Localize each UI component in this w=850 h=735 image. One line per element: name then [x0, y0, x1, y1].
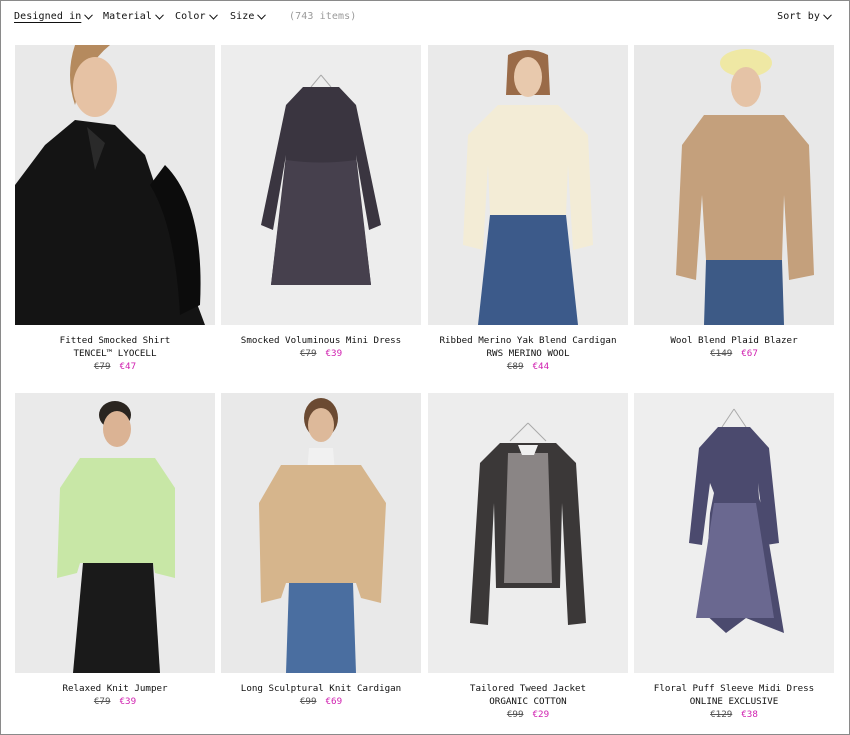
- original-price: €99: [299, 696, 317, 707]
- chevron-down-icon: [823, 13, 832, 20]
- sale-price: €47: [119, 361, 137, 372]
- product-card[interactable]: Tailored Tweed Jacket ORGANIC COTTON €99…: [428, 393, 628, 721]
- sale-price: €39: [119, 696, 137, 707]
- sale-price: €69: [325, 696, 343, 707]
- product-name[interactable]: Floral Puff Sleeve Midi Dress: [634, 682, 834, 695]
- price-row: €79 €47: [15, 360, 215, 373]
- price-row: €99 €29: [428, 708, 628, 721]
- product-image[interactable]: [221, 45, 421, 325]
- chevron-down-icon: [257, 13, 267, 20]
- product-card[interactable]: Fitted Smocked Shirt TENCEL™ LYOCELL €79…: [15, 45, 215, 373]
- chevron-down-icon: [84, 13, 94, 20]
- product-subtitle: RWS MERINO WOOL: [486, 348, 570, 359]
- product-image[interactable]: [634, 45, 834, 325]
- product-card[interactable]: Wool Blend Plaid Blazer €149 €67: [634, 45, 834, 360]
- product-name[interactable]: Ribbed Merino Yak Blend Cardigan: [428, 334, 628, 347]
- filter-size-label: Size: [230, 11, 255, 22]
- filter-material[interactable]: Material: [103, 11, 164, 22]
- product-photo: [15, 393, 215, 673]
- product-name[interactable]: Long Sculptural Knit Cardigan: [221, 682, 421, 695]
- product-image[interactable]: [15, 45, 215, 325]
- sale-price: €29: [532, 709, 550, 720]
- filter-material-label: Material: [103, 11, 152, 22]
- price-row: €99 €69: [221, 695, 421, 708]
- product-photo: [221, 45, 421, 325]
- original-price: €99: [506, 709, 524, 720]
- product-image[interactable]: [221, 393, 421, 673]
- product-image[interactable]: [428, 45, 628, 325]
- sale-price: €39: [325, 348, 343, 359]
- product-subtitle: ONLINE EXCLUSIVE: [689, 696, 779, 707]
- product-card[interactable]: Ribbed Merino Yak Blend Cardigan RWS MER…: [428, 45, 628, 373]
- price-row: €79 €39: [15, 695, 215, 708]
- chevron-down-icon: [155, 13, 164, 20]
- product-name[interactable]: Smocked Voluminous Mini Dress: [221, 334, 421, 347]
- sale-price: €44: [532, 361, 550, 372]
- price-row: €89 €44: [428, 360, 628, 373]
- filter-designed-in[interactable]: Designed in: [14, 11, 94, 22]
- chevron-down-icon: [208, 13, 218, 20]
- original-price: €89: [506, 361, 524, 372]
- product-photo: [221, 393, 421, 673]
- product-name[interactable]: Fitted Smocked Shirt: [15, 334, 215, 347]
- product-subtitle: ORGANIC COTTON: [489, 696, 567, 707]
- product-card[interactable]: Relaxed Knit Jumper €79 €39: [15, 393, 215, 708]
- product-photo: [15, 45, 215, 325]
- filter-size[interactable]: Size: [230, 11, 267, 22]
- product-photo: [428, 393, 628, 673]
- product-image[interactable]: [634, 393, 834, 673]
- product-image[interactable]: [428, 393, 628, 673]
- product-name[interactable]: Relaxed Knit Jumper: [15, 682, 215, 695]
- price-row: €79 €39: [221, 347, 421, 360]
- product-subtitle: TENCEL™ LYOCELL: [73, 348, 157, 359]
- original-price: €79: [93, 696, 111, 707]
- product-card[interactable]: Smocked Voluminous Mini Dress €79 €39: [221, 45, 421, 360]
- product-card[interactable]: Floral Puff Sleeve Midi Dress ONLINE EXC…: [634, 393, 834, 721]
- product-image[interactable]: [15, 393, 215, 673]
- price-row: €129 €38: [634, 708, 834, 721]
- filter-color[interactable]: Color: [175, 11, 218, 22]
- sale-price: €67: [741, 348, 758, 359]
- product-photo: [428, 45, 628, 325]
- original-price: €79: [93, 361, 111, 372]
- product-name[interactable]: Tailored Tweed Jacket: [428, 682, 628, 695]
- price-row: €149 €67: [634, 347, 834, 360]
- original-price: €129: [710, 709, 733, 720]
- product-photo: [634, 393, 834, 673]
- item-count: (743 items): [289, 11, 357, 22]
- original-price: €79: [299, 348, 317, 359]
- filter-color-label: Color: [175, 11, 206, 22]
- product-name[interactable]: Wool Blend Plaid Blazer: [634, 334, 834, 347]
- sort-by-dropdown[interactable]: Sort by: [777, 11, 832, 22]
- sale-price: €38: [741, 709, 758, 720]
- sort-by-label: Sort by: [777, 11, 820, 22]
- original-price: €149: [710, 348, 733, 359]
- product-photo: [634, 45, 834, 325]
- filter-designed-in-label: Designed in: [14, 11, 82, 22]
- product-card[interactable]: Long Sculptural Knit Cardigan €99 €69: [221, 393, 421, 708]
- filter-bar: Designed in Material Color Size (743 ite…: [14, 11, 832, 27]
